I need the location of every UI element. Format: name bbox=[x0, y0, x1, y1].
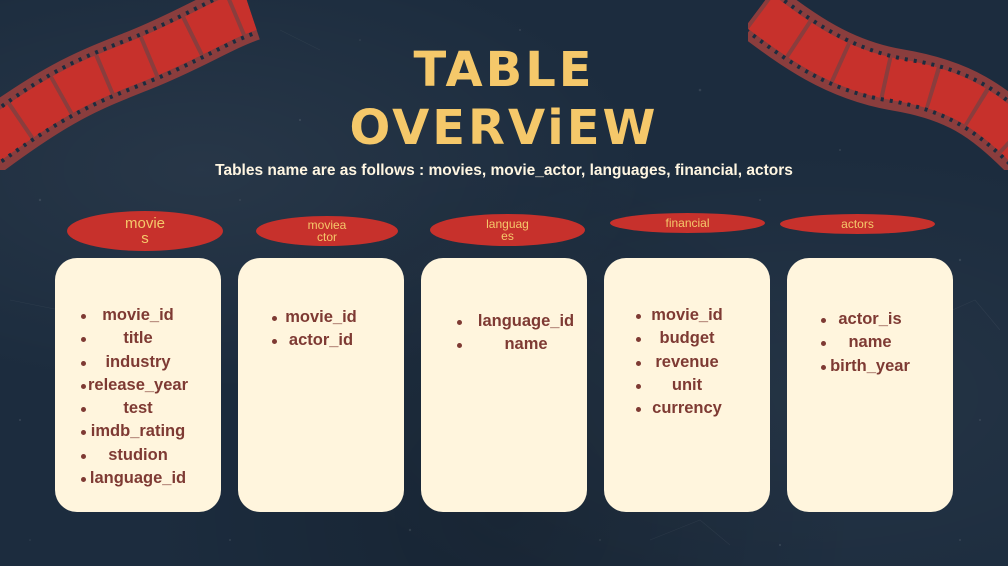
bullet-icon bbox=[821, 318, 826, 323]
column-name: unit bbox=[671, 375, 703, 394]
table-label-actors: actors bbox=[780, 214, 935, 234]
table-label-text: es bbox=[501, 229, 514, 243]
table-label-text: actors bbox=[841, 217, 874, 231]
list-item: test bbox=[55, 397, 221, 420]
bullet-icon bbox=[821, 341, 826, 347]
list-item: language_id bbox=[421, 310, 587, 333]
table-label-text: movie bbox=[124, 215, 165, 232]
bullet-icon bbox=[81, 360, 86, 366]
slide: TABLE OVERViEW Tables name are as follow… bbox=[0, 0, 1008, 566]
list-item: name bbox=[421, 333, 587, 356]
list-item: budget bbox=[604, 327, 770, 350]
list-item: release_year bbox=[55, 374, 221, 397]
table-card-movies: movie_id title industry release_year tes… bbox=[55, 258, 221, 512]
title-line-2: OVERViEW bbox=[349, 100, 659, 156]
subtitle: Tables name are as follows : movies, mov… bbox=[215, 162, 793, 179]
column-name: actor_is bbox=[838, 310, 902, 328]
bullet-icon bbox=[81, 453, 86, 459]
column-name: actor_id bbox=[288, 331, 354, 350]
column-name: name bbox=[504, 335, 548, 354]
column-name: name bbox=[848, 333, 892, 352]
column-name: title bbox=[123, 329, 153, 348]
bullet-icon bbox=[81, 477, 86, 483]
bullet-icon bbox=[636, 314, 641, 319]
list-item: language_id bbox=[55, 467, 221, 490]
column-list: actor_is name birth_year bbox=[787, 308, 953, 378]
bullet-icon bbox=[81, 337, 86, 343]
table-label-financial: financial bbox=[610, 213, 765, 233]
column-name: revenue bbox=[655, 352, 719, 371]
bullet-icon bbox=[636, 407, 641, 413]
bullet-icon bbox=[81, 407, 86, 413]
bullet-icon bbox=[272, 316, 277, 321]
table-label-text: financial bbox=[665, 216, 710, 230]
bullet-icon bbox=[636, 360, 641, 366]
table-label-movies: movie s bbox=[67, 211, 223, 251]
table-card-languages: language_id name bbox=[421, 258, 587, 512]
list-item: movie_id bbox=[604, 304, 770, 327]
bullet-icon bbox=[821, 364, 826, 370]
list-item: revenue bbox=[604, 351, 770, 374]
column-name: currency bbox=[652, 399, 722, 418]
column-name: movie_id bbox=[651, 306, 723, 324]
column-name: birth_year bbox=[830, 356, 910, 375]
bullet-icon bbox=[81, 383, 86, 389]
column-name: budget bbox=[659, 329, 715, 348]
list-item: currency bbox=[604, 397, 770, 420]
table-card-financial: movie_id budget revenue unit currency bbox=[604, 258, 770, 512]
column-name: test bbox=[123, 399, 153, 418]
column-name: movie_id bbox=[285, 308, 357, 326]
column-name: release_year bbox=[87, 375, 188, 394]
table-card-movie-actor: movie_id actor_id bbox=[238, 258, 404, 512]
column-list: movie_id title industry release_year tes… bbox=[55, 304, 221, 490]
column-list: movie_id actor_id bbox=[238, 306, 404, 353]
table-label-text: s bbox=[141, 230, 149, 247]
list-item: industry bbox=[55, 351, 221, 374]
list-item: title bbox=[55, 327, 221, 350]
bullet-icon bbox=[272, 339, 277, 345]
column-name: imdb_rating bbox=[90, 422, 186, 441]
list-item: movie_id bbox=[55, 304, 221, 327]
table-card-actors: actor_is name birth_year bbox=[787, 258, 953, 512]
list-item: studion bbox=[55, 444, 221, 467]
list-item: actor_id bbox=[238, 329, 404, 352]
list-item: actor_is bbox=[787, 308, 953, 331]
column-list: language_id name bbox=[421, 310, 587, 357]
column-name: language_id bbox=[89, 469, 187, 488]
list-item: imdb_rating bbox=[55, 420, 221, 443]
column-name: language_id bbox=[477, 312, 575, 330]
list-item: birth_year bbox=[787, 355, 953, 378]
column-name: industry bbox=[105, 352, 171, 371]
column-list: movie_id budget revenue unit currency bbox=[604, 304, 770, 420]
list-item: unit bbox=[604, 374, 770, 397]
table-label-text: ctor bbox=[316, 230, 337, 244]
column-name: movie_id bbox=[102, 306, 174, 324]
bullet-icon bbox=[81, 430, 86, 436]
bullet-icon bbox=[636, 383, 641, 389]
title-line-1: TABLE bbox=[413, 42, 595, 98]
bullet-icon bbox=[457, 320, 462, 325]
list-item: movie_id bbox=[238, 306, 404, 329]
list-item: name bbox=[787, 331, 953, 354]
bullet-icon bbox=[81, 314, 86, 319]
column-name: studion bbox=[108, 445, 168, 464]
table-label-languages: languag es bbox=[430, 214, 585, 246]
bullet-icon bbox=[636, 337, 641, 343]
table-label-movie-actor: moviea ctor bbox=[256, 216, 398, 246]
